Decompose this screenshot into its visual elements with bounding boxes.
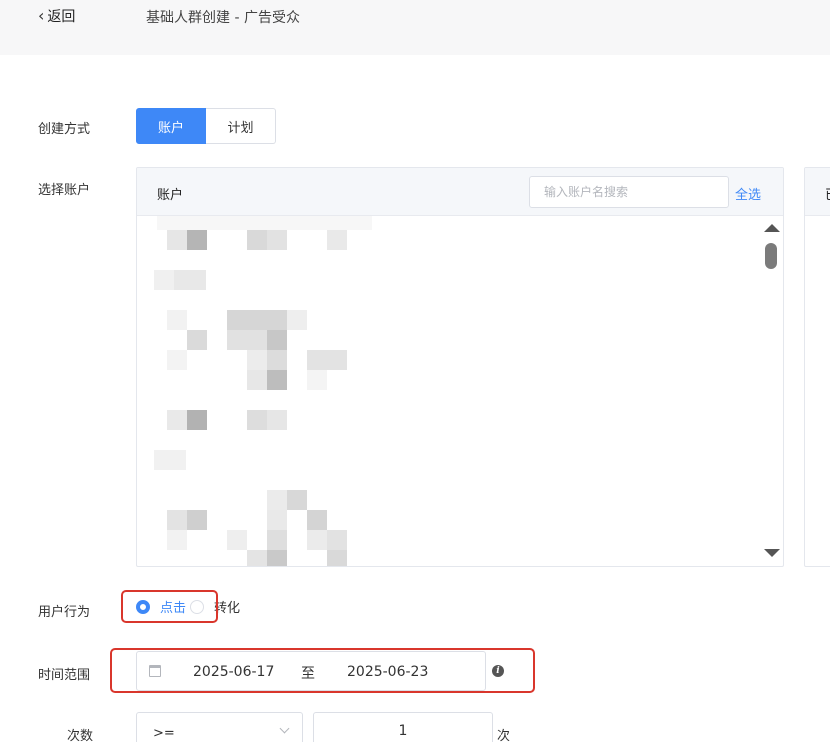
redacted-account-name bbox=[287, 490, 307, 510]
date-range-end[interactable]: 2025-06-23 bbox=[347, 664, 428, 680]
count-operator-select[interactable]: >= bbox=[136, 712, 303, 742]
radio-unchecked-icon bbox=[190, 599, 205, 614]
user-behavior-radio-group: 点击 转化 bbox=[136, 597, 240, 616]
redacted-account-name bbox=[327, 530, 347, 550]
select-all-link[interactable]: 全选 bbox=[735, 184, 761, 203]
redacted-account-name bbox=[267, 530, 287, 550]
account-panel: 账户 全选 bbox=[136, 167, 784, 567]
account-list-scrollbar[interactable] bbox=[761, 216, 783, 566]
scroll-up-arrow-icon[interactable] bbox=[764, 224, 780, 232]
create-method-plan-button[interactable]: 计划 bbox=[206, 108, 276, 144]
radio-click[interactable]: 点击 bbox=[136, 597, 186, 616]
redacted-account-name bbox=[187, 230, 207, 250]
redacted-account-name bbox=[307, 530, 327, 550]
top-bar: ‹ 返回 基础人群创建 - 广告受众 bbox=[0, 0, 830, 55]
redacted-account-name bbox=[267, 330, 287, 350]
redacted-account-name bbox=[327, 230, 347, 250]
count-operator-value: >= bbox=[153, 726, 175, 741]
date-range-picker[interactable]: 2025-06-17 至 2025-06-23 bbox=[136, 651, 486, 691]
date-range-separator: 至 bbox=[301, 666, 315, 682]
radio-conversion-label: 转化 bbox=[214, 601, 241, 616]
redacted-account-name bbox=[247, 410, 267, 430]
count-label: 次数 bbox=[67, 729, 94, 742]
redacted-account-name bbox=[267, 230, 287, 250]
redacted-account-name bbox=[167, 410, 187, 430]
redacted-account-name bbox=[267, 510, 287, 530]
account-panel-title: 账户 bbox=[157, 188, 184, 203]
create-method-toggle: 账户 计划 bbox=[136, 108, 276, 144]
redacted-account-name bbox=[154, 450, 186, 470]
redacted-account-name bbox=[187, 330, 207, 350]
calendar-icon bbox=[149, 665, 161, 677]
redacted-account-name bbox=[247, 350, 267, 370]
account-list[interactable] bbox=[137, 216, 757, 566]
account-panel-header: 账户 全选 bbox=[137, 168, 783, 216]
redacted-account-name bbox=[227, 530, 247, 550]
redacted-account-name bbox=[307, 510, 327, 530]
redacted-account-name bbox=[227, 330, 267, 350]
redacted-account-name bbox=[267, 490, 287, 510]
create-method-account-button[interactable]: 账户 bbox=[136, 108, 206, 144]
redacted-account-name bbox=[247, 370, 267, 390]
redacted-account-name bbox=[227, 310, 287, 330]
redacted-account-name bbox=[267, 410, 287, 430]
time-range-label: 时间范围 bbox=[38, 668, 91, 683]
radio-conversion[interactable]: 转化 bbox=[190, 597, 240, 616]
redacted-account-name bbox=[187, 510, 207, 530]
info-icon[interactable]: i bbox=[492, 665, 504, 677]
chevron-down-icon bbox=[279, 723, 290, 734]
page-title: 基础人群创建 - 广告受众 bbox=[146, 10, 300, 26]
date-range-start[interactable]: 2025-06-17 bbox=[193, 664, 274, 680]
redacted-account-name bbox=[157, 216, 372, 230]
back-button[interactable]: ‹ 返回 bbox=[38, 6, 75, 26]
select-account-label: 选择账户 bbox=[38, 183, 91, 198]
redacted-account-name bbox=[174, 270, 206, 290]
redacted-account-name bbox=[154, 270, 174, 290]
redacted-account-name bbox=[307, 370, 327, 390]
scroll-down-arrow-icon[interactable] bbox=[764, 549, 780, 557]
redacted-account-name bbox=[167, 350, 187, 370]
radio-checked-icon bbox=[136, 599, 150, 614]
user-behavior-label: 用户行为 bbox=[38, 605, 91, 620]
back-label: 返回 bbox=[47, 9, 76, 25]
radio-click-label: 点击 bbox=[160, 601, 187, 616]
redacted-account-name bbox=[267, 550, 287, 566]
selected-accounts-panel: 已 bbox=[804, 167, 830, 567]
selected-accounts-title: 已 bbox=[825, 184, 830, 203]
count-input[interactable] bbox=[313, 712, 493, 742]
create-method-label: 创建方式 bbox=[38, 122, 91, 137]
redacted-account-name bbox=[167, 310, 187, 330]
redacted-account-name bbox=[287, 310, 307, 330]
redacted-account-name bbox=[167, 510, 187, 530]
redacted-account-name bbox=[187, 410, 207, 430]
redacted-account-name bbox=[307, 350, 347, 370]
scrollbar-thumb[interactable] bbox=[765, 243, 777, 269]
redacted-account-name bbox=[167, 530, 187, 550]
account-search-input[interactable] bbox=[529, 176, 729, 208]
redacted-account-name bbox=[327, 550, 347, 566]
redacted-account-name bbox=[267, 370, 287, 390]
redacted-account-name bbox=[247, 550, 267, 566]
redacted-account-name bbox=[247, 230, 267, 250]
count-unit: 次 bbox=[497, 729, 511, 742]
redacted-account-name bbox=[267, 350, 287, 370]
chevron-left-icon: ‹ bbox=[38, 6, 45, 25]
selected-accounts-header: 已 bbox=[805, 168, 830, 216]
redacted-account-name bbox=[167, 230, 187, 250]
